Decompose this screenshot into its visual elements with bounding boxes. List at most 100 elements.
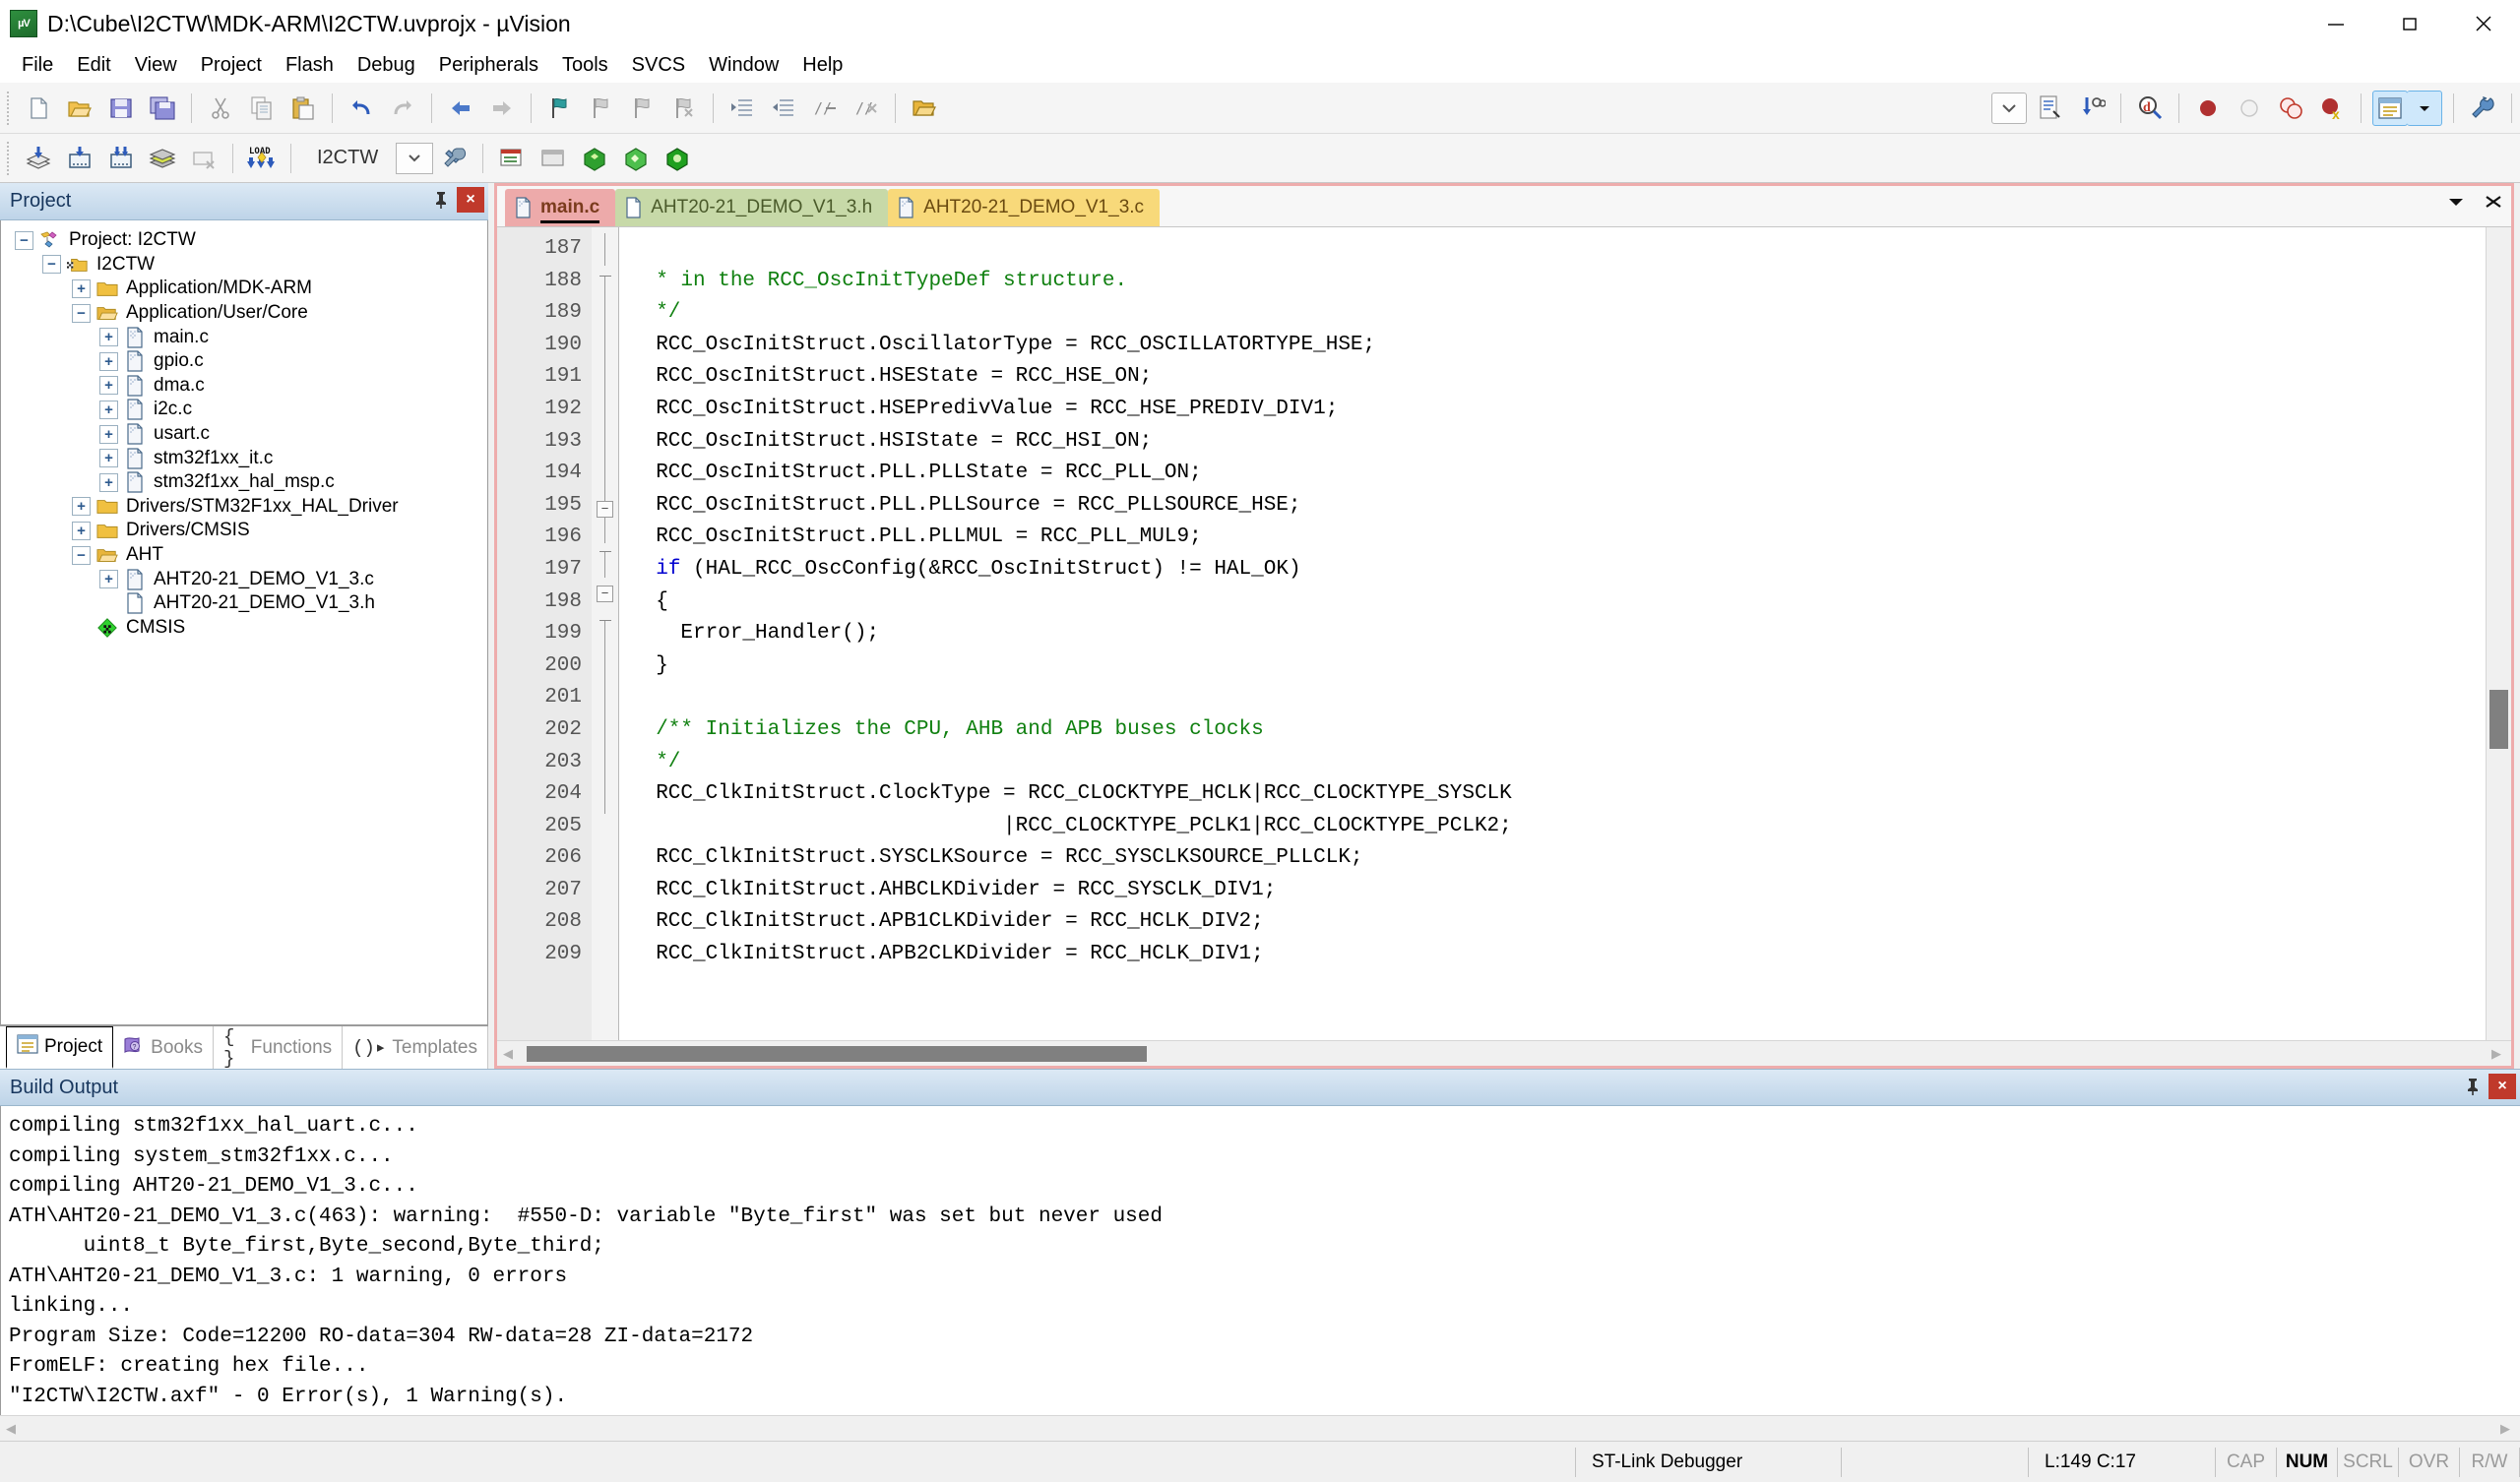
expander-plus[interactable]: + [99,424,118,444]
menu-project[interactable]: Project [189,50,274,81]
expander-plus[interactable]: + [99,376,118,396]
batch-build-icon[interactable] [145,141,180,176]
tree-item-drivers-cmsis[interactable]: + Drivers/CMSIS [1,519,487,543]
tab-books[interactable]: ? Books [113,1026,214,1069]
menu-file[interactable]: File [10,50,65,81]
open-file-icon[interactable] [62,91,97,126]
menu-peripherals[interactable]: Peripherals [427,50,550,81]
undo-icon[interactable] [344,91,379,126]
fold-collapse-marker[interactable]: − [597,500,613,518]
expander-plus[interactable]: + [99,400,118,419]
editor-horizontal-scrollbar[interactable]: ◀ ▶ [497,1040,2511,1066]
pack-installer-icon[interactable] [577,141,612,176]
expander-plus[interactable]: + [99,449,118,468]
minimize-button[interactable] [2299,0,2372,47]
maximize-button[interactable] [2372,0,2446,47]
find-in-files-icon[interactable] [2074,91,2110,126]
disable-breakpoint-icon[interactable] [2232,91,2267,126]
tree-item-i2c-c[interactable]: + i2c.c [1,398,487,422]
project-tree[interactable]: − Project: I2CTW − I2CTW + Application/M… [0,220,488,1025]
tab-functions[interactable]: { } Functions [214,1026,344,1070]
build-output-text[interactable]: compiling stm32f1xx_hal_uart.c... compil… [0,1106,2520,1415]
tree-item-aht[interactable]: − AHT [1,543,487,568]
tree-item-stm32f1xx-hal-msp-c[interactable]: + stm32f1xx_hal_msp.c [1,470,487,495]
source-browse-icon[interactable] [2033,91,2068,126]
close-icon[interactable]: × [457,187,484,213]
tree-item-cmsis[interactable]: CMSIS [1,616,487,641]
project-window-dropdown-icon[interactable] [2407,90,2442,126]
scrollbar-thumb[interactable] [527,1046,1147,1062]
comment-icon[interactable]: // [807,91,843,126]
bookmark-toggle-icon[interactable] [542,91,578,126]
tree-item-dma-c[interactable]: + dma.c [1,374,487,399]
tree-item-target[interactable]: − I2CTW [1,253,487,278]
fold-column[interactable]: − − [592,227,619,1040]
scroll-right-arrow[interactable]: ▶ [2486,1046,2507,1062]
bookmark-clear-icon[interactable] [666,91,702,126]
copy-icon[interactable] [244,91,280,126]
navigate-forward-icon[interactable] [484,91,520,126]
chevron-down-icon[interactable] [396,142,434,174]
rebuild-all-icon[interactable] [103,141,139,176]
tree-item-usart-c[interactable]: + usart.c [1,422,487,447]
download-icon[interactable]: LOAD [244,141,280,176]
expander-minus[interactable]: − [72,303,91,323]
expander-plus[interactable]: + [72,521,91,540]
close-icon[interactable]: × [2488,1074,2516,1099]
tree-item-gpio-c[interactable]: + gpio.c [1,349,487,374]
expander-plus[interactable]: + [99,328,118,347]
editor-tab-main-c[interactable]: main.c [505,189,616,226]
code-text[interactable]: * in the RCC_OscInitTypeDef structure. *… [619,227,2486,1040]
expander-plus[interactable]: + [72,278,91,298]
pin-icon[interactable] [2461,1074,2485,1099]
scroll-left-arrow[interactable]: ◀ [497,1046,519,1062]
tree-item-application-user-core[interactable]: − Application/User/Core [1,301,487,326]
menu-help[interactable]: Help [790,50,854,81]
configuration-wizard-icon[interactable] [2465,91,2500,126]
cut-icon[interactable] [203,91,238,126]
close-x-icon[interactable] [2482,192,2505,216]
menu-svcs[interactable]: SVCS [620,50,697,81]
editor-vertical-scrollbar[interactable] [2486,227,2511,1040]
bookmark-next-icon[interactable] [625,91,661,126]
insert-breakpoint-icon[interactable] [2190,91,2226,126]
editor-tab-aht-h[interactable]: AHT20-21_DEMO_V1_3.h [615,189,889,226]
build-target-icon[interactable] [62,141,97,176]
bookmark-prev-icon[interactable] [584,91,619,126]
manage-runtime-env-icon[interactable] [494,141,530,176]
tree-item-aht20-demo-c[interactable]: + AHT20-21_DEMO_V1_3.c [1,567,487,591]
disable-all-breakpoints-icon[interactable] [2273,91,2308,126]
chevron-down-icon[interactable] [2444,192,2468,216]
redo-icon[interactable] [385,91,420,126]
paste-icon[interactable] [285,91,321,126]
editor-body[interactable]: 187 188 189 190 191 192 193 194 195 196 … [497,227,2511,1040]
select-software-packs-icon[interactable] [536,141,571,176]
build-toolbar-grip[interactable] [4,141,14,175]
menu-edit[interactable]: Edit [65,50,122,81]
editor-tab-aht-c[interactable]: AHT20-21_DEMO_V1_3.c [888,189,1161,226]
expander-plus[interactable]: + [72,497,91,517]
project-window-icon[interactable] [2372,90,2408,126]
target-selector[interactable]: I2CTW [303,142,434,175]
tree-item-main-c[interactable]: + main.c [1,325,487,349]
indent-icon[interactable] [724,91,760,126]
debug-magnifier-icon[interactable]: d [2132,91,2168,126]
new-file-icon[interactable] [21,91,56,126]
expander-plus[interactable]: + [99,351,118,371]
expander-minus[interactable]: − [42,255,61,275]
expander-plus[interactable]: + [99,570,118,589]
save-all-icon[interactable] [145,91,180,126]
dropdown-icon[interactable] [1991,92,2027,124]
navigate-back-icon[interactable] [443,91,478,126]
pin-icon[interactable] [429,187,453,213]
menu-flash[interactable]: Flash [274,50,346,81]
tree-item-stm32f1xx-it-c[interactable]: + stm32f1xx_it.c [1,446,487,470]
save-icon[interactable] [103,91,139,126]
scrollbar-thumb[interactable] [2489,690,2508,749]
uncomment-icon[interactable]: // [849,91,884,126]
toolbar-grip[interactable] [4,91,14,125]
manage-project-items-icon[interactable] [618,141,654,176]
expander-minus[interactable]: − [15,230,33,250]
open-folder-icon[interactable] [907,91,942,126]
menu-window[interactable]: Window [697,50,790,81]
